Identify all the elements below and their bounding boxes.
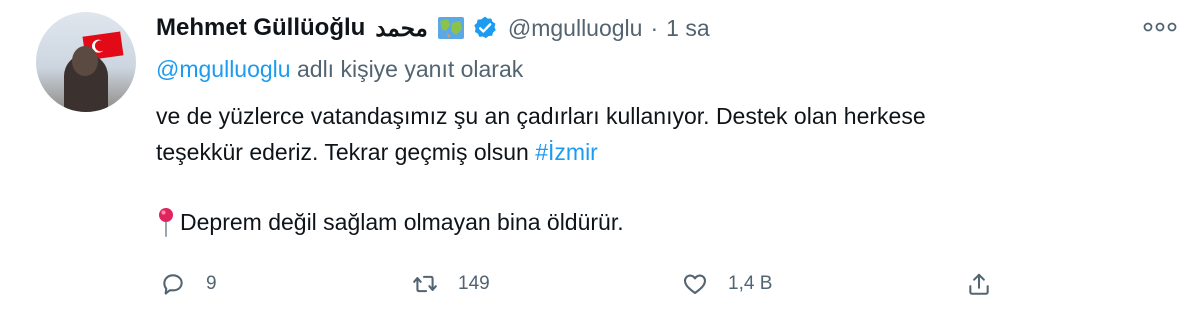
avatar-head <box>72 46 98 76</box>
hashtag-link[interactable]: #İzmir <box>535 139 598 165</box>
action-bar: 9 149 1,4 B <box>156 262 1056 306</box>
body-line-1: ve de yüzlerce vatandaşımız şu an çadırl… <box>156 103 926 129</box>
tweet-header: Mehmet Güllüoğlu محمد @mgulluoglu · 1 sa <box>156 10 710 46</box>
verified-icon <box>472 15 498 41</box>
pin-text: Deprem değil sağlam olmayan bina öldürür… <box>180 209 624 235</box>
retweet-icon <box>413 275 437 293</box>
reply-suffix: adlı kişiye yanıt olarak <box>296 56 524 82</box>
more-icon[interactable] <box>1140 16 1180 38</box>
like-count: 1,4 B <box>728 273 773 294</box>
reply-icon <box>163 274 183 295</box>
reply-context: @mgulluoglu adlı kişiye yanıt olarak <box>156 56 523 83</box>
timestamp[interactable]: 1 sa <box>666 15 709 42</box>
author-arabic-name[interactable]: محمد <box>375 15 428 42</box>
avatar[interactable] <box>36 12 136 112</box>
author-handle[interactable]: @mgulluoglu <box>508 15 643 42</box>
retweet-button[interactable]: 149 <box>412 262 490 306</box>
retweet-count: 149 <box>458 273 490 294</box>
share-icon <box>969 273 989 295</box>
like-icon <box>684 274 706 295</box>
pin-line: Deprem değil sağlam olmayan bina öldürür… <box>156 204 1166 240</box>
share-button[interactable] <box>966 262 992 306</box>
author-name[interactable]: Mehmet Güllüoğlu <box>156 14 365 42</box>
reply-count: 9 <box>206 273 217 294</box>
pin-icon <box>156 207 176 237</box>
body-line-2: teşekkür ederiz. Tekrar geçmiş olsun #İz… <box>156 134 1166 170</box>
reply-button[interactable]: 9 <box>160 262 217 306</box>
like-button[interactable]: 1,4 B <box>682 262 772 306</box>
reply-mention-link[interactable]: @mgulluoglu <box>156 56 291 82</box>
tweet-body: ve de yüzlerce vatandaşımız şu an çadırl… <box>156 98 1166 240</box>
separator-dot: · <box>650 14 659 41</box>
body-line-2-text: teşekkür ederiz. Tekrar geçmiş olsun <box>156 139 529 165</box>
map-icon <box>437 17 464 39</box>
